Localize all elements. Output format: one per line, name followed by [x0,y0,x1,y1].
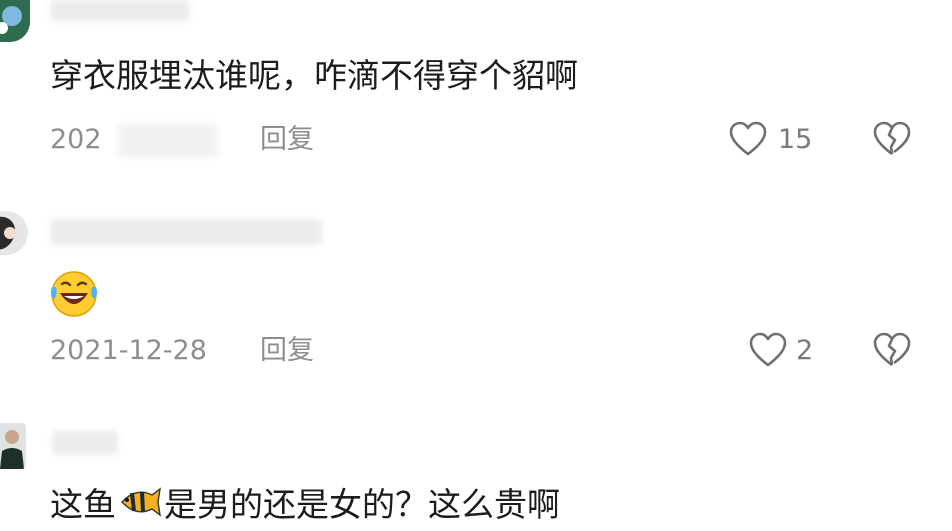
comment-text: 这鱼 是男的还是女的？这么贵啊 [50,485,560,528]
heart-icon[interactable] [728,121,768,161]
username-redacted [50,0,190,22]
heart-icon[interactable] [748,332,788,372]
broken-heart-icon[interactable] [872,121,912,161]
avatar[interactable] [0,0,30,42]
broken-heart-icon[interactable] [872,332,912,372]
date-redacted [118,124,218,158]
comment-date: 2021-12-28 [50,335,207,366]
reply-button[interactable]: 回复 [260,124,314,156]
like-count: 2 [796,335,814,366]
comment-text-end: 是男的还是女的？这么贵啊 [164,485,560,524]
comment-text-start: 这鱼 [50,485,116,524]
comment-text: 穿衣服埋汰谁呢，咋滴不得穿个貂啊 [50,56,578,95]
laughing-with-tears-emoji [48,269,100,323]
username-redacted [52,431,118,455]
like-count: 15 [778,124,813,155]
username-redacted [50,219,322,245]
tropical-fish-emoji [118,485,162,528]
reply-button[interactable]: 回复 [260,335,314,367]
comment-item: 2021-12-28 回复 2 [0,195,952,385]
avatar[interactable] [0,423,26,469]
comment-item: 这鱼 是男的还是女的？这么贵啊 [0,415,952,531]
comment-date: 202 [50,124,102,155]
comment-item: 穿衣服埋汰谁呢，咋滴不得穿个貂啊 202 回复 15 [0,0,952,185]
avatar[interactable] [0,211,28,255]
